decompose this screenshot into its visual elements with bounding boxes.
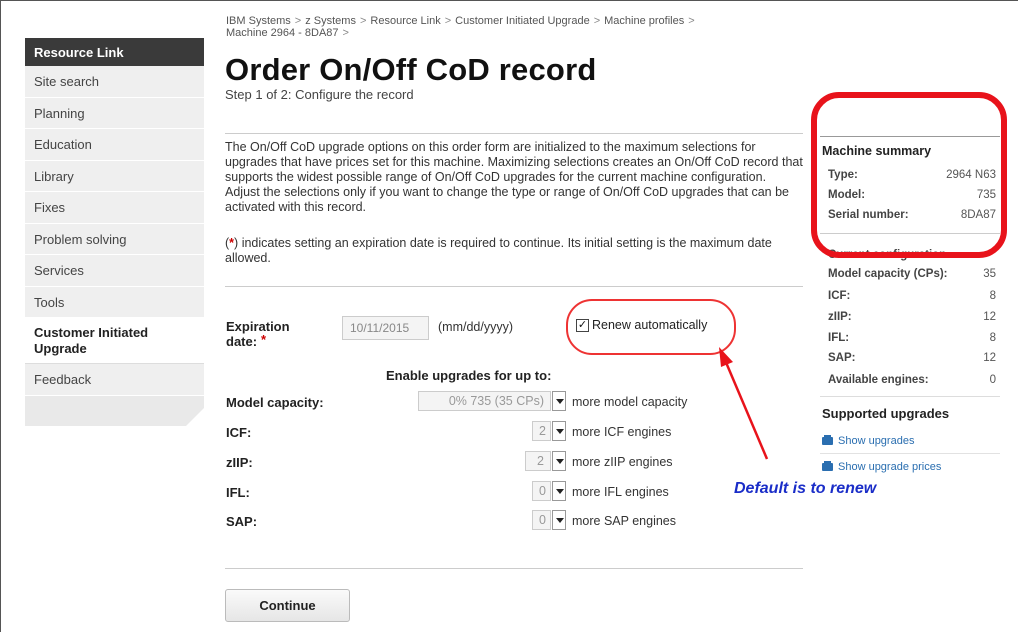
annotation-arrow xyxy=(719,347,769,460)
annotation-text: Default is to renew xyxy=(734,480,877,497)
